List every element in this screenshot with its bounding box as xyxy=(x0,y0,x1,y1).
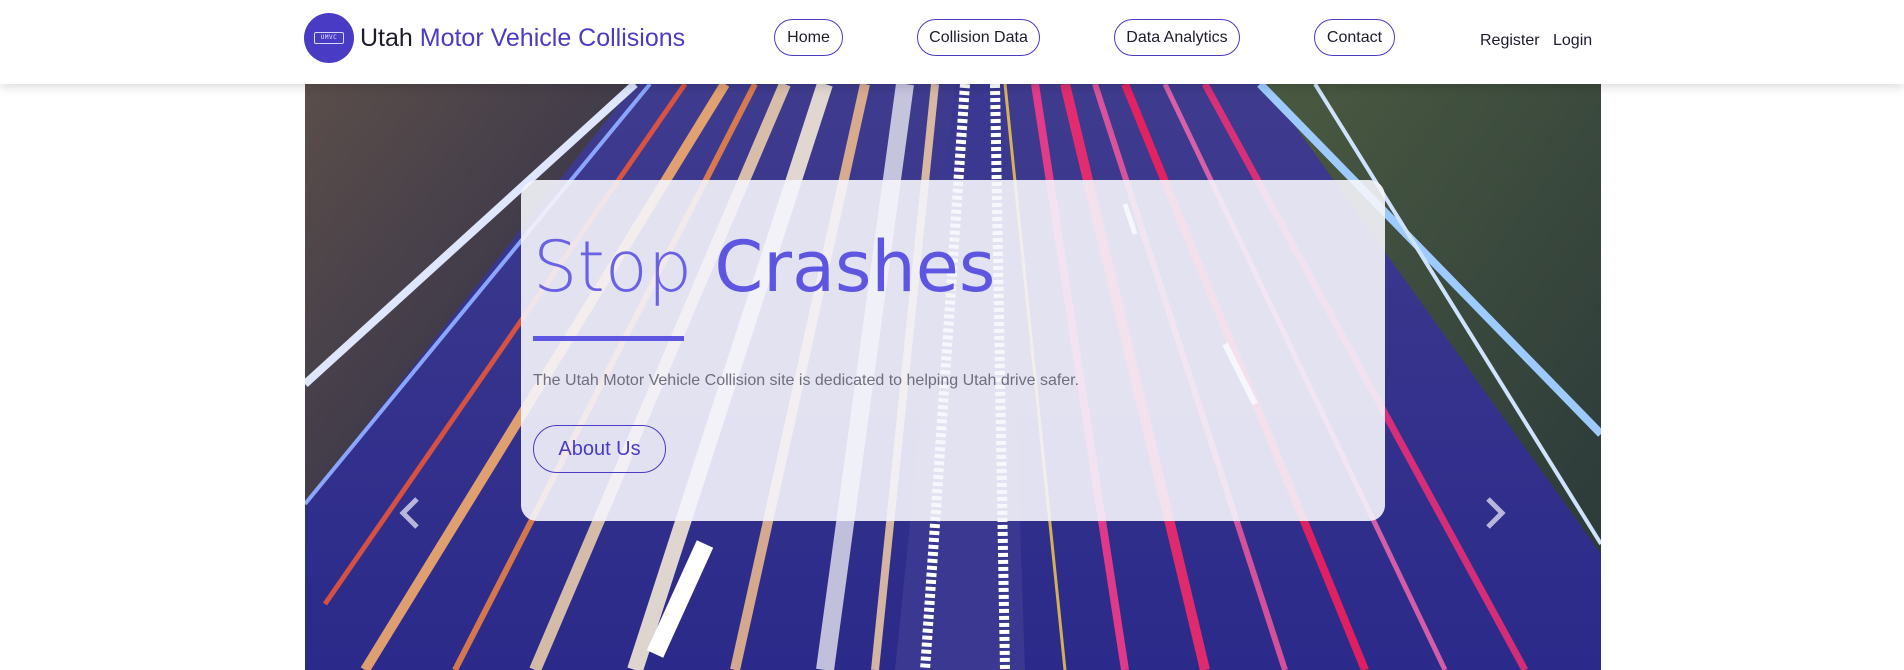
brand-title-first: Utah xyxy=(360,23,413,52)
nav-data-analytics[interactable]: Data Analytics xyxy=(1114,19,1240,56)
brand-title: Utah Motor Vehicle Collisions xyxy=(360,24,685,53)
chevron-left-icon xyxy=(399,497,419,529)
chevron-right-icon xyxy=(1486,497,1506,529)
hero-description: The Utah Motor Vehicle Collision site is… xyxy=(533,372,1080,389)
carousel-next-button[interactable] xyxy=(1475,488,1515,538)
nav-contact[interactable]: Contact xyxy=(1314,19,1395,56)
register-link[interactable]: Register xyxy=(1480,32,1540,50)
navbar: UMVC Utah Motor Vehicle Collisions Home … xyxy=(0,0,1904,84)
login-link[interactable]: Login xyxy=(1553,32,1592,50)
hero-title-part1: Stop xyxy=(533,226,715,308)
nav-collision-data[interactable]: Collision Data xyxy=(917,19,1040,56)
nav-home[interactable]: Home xyxy=(774,19,843,56)
hero-title: Stop Crashes xyxy=(533,228,995,306)
brand-link[interactable]: UMVC Utah Motor Vehicle Collisions xyxy=(304,13,685,63)
logo-badge-icon: UMVC xyxy=(314,32,344,44)
logo: UMVC xyxy=(304,13,354,63)
brand-title-rest: Motor Vehicle Collisions xyxy=(412,23,686,52)
carousel-prev-button[interactable] xyxy=(390,488,430,538)
hero-card: Stop Crashes The Utah Motor Vehicle Coll… xyxy=(521,180,1385,521)
hero-title-part2: Crashes xyxy=(714,226,996,308)
about-us-button[interactable]: About Us xyxy=(533,425,666,473)
title-underline xyxy=(533,336,684,341)
